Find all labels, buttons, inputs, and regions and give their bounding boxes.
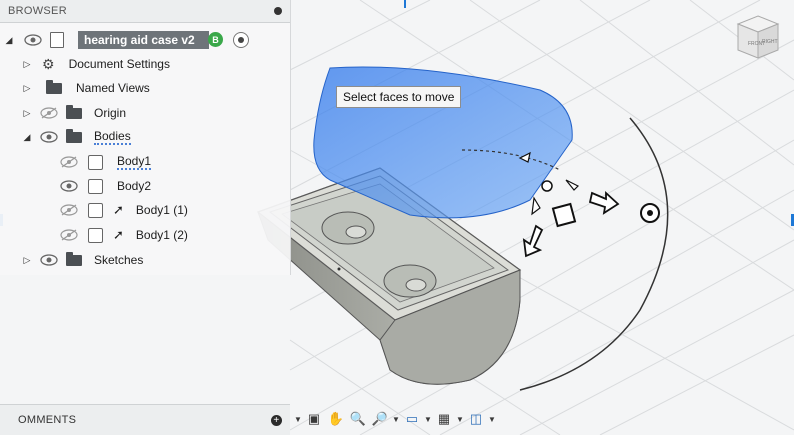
expand-right-icon[interactable]: ▷: [22, 108, 32, 119]
tree-root[interactable]: ◢: [4, 29, 64, 51]
chevron-down-icon[interactable]: ▼: [424, 409, 432, 429]
eye-hidden-icon[interactable]: [60, 229, 78, 241]
body-icon: [88, 154, 103, 170]
expand-right-icon[interactable]: ▷: [22, 255, 32, 266]
add-comment-icon[interactable]: +: [271, 414, 282, 426]
zoom-icon[interactable]: 🔍: [348, 409, 368, 429]
tree-item-body1[interactable]: Body1: [60, 151, 152, 173]
browser-panel: BROWSER ◢ hearing aid case v2 B ▷ ⚙ Docu…: [0, 0, 291, 275]
viewport-icon[interactable]: ◫: [466, 409, 486, 429]
top-edge-marker: [404, 0, 406, 8]
tree-item-bodies[interactable]: ◢ Bodies: [22, 126, 131, 148]
tree-item-label: Body2: [117, 179, 152, 193]
orbit-icon[interactable]: ▣: [304, 409, 324, 429]
tooltip: Select faces to move: [336, 86, 462, 108]
chevron-down-icon[interactable]: ▼: [392, 409, 400, 429]
expand-down-icon[interactable]: ◢: [4, 35, 14, 46]
folder-icon: [66, 104, 82, 119]
viewcube-right-label: RIGHT: [762, 39, 778, 45]
tree-item-label: Origin: [94, 106, 127, 120]
grid-icon[interactable]: ▦: [434, 409, 454, 429]
body-icon: [88, 178, 103, 194]
viewcube[interactable]: FRONT RIGHT: [736, 14, 780, 60]
chevron-down-icon[interactable]: ▼: [488, 409, 496, 429]
zoom-window-icon[interactable]: 🔎: [370, 409, 390, 429]
folder-icon: [46, 79, 62, 94]
document-icon: [50, 32, 64, 48]
tree-item-named-views[interactable]: ▷ Named Views: [22, 77, 150, 99]
tree-item-body1-2[interactable]: ➚ Body1 (2): [60, 224, 188, 246]
activate-radio[interactable]: [233, 32, 249, 48]
comments-panel[interactable]: OMMENTS +: [0, 404, 290, 435]
tree-item-label: Sketches: [94, 253, 144, 267]
eye-hidden-icon[interactable]: [60, 204, 78, 216]
tree-item-label: Body1 (1): [135, 203, 188, 217]
expand-down-icon[interactable]: ◢: [22, 132, 32, 143]
body-icon: [88, 227, 103, 243]
tree-item-body2[interactable]: Body2: [60, 175, 151, 197]
tree-item-label: Body1: [117, 154, 152, 170]
tree-item-document-settings[interactable]: ▷ ⚙ Document Settings: [22, 53, 170, 75]
folder-icon: [66, 128, 82, 143]
browser-title: BROWSER: [8, 5, 67, 17]
body-icon: [88, 202, 103, 218]
browser-collapse-icon[interactable]: [274, 7, 282, 15]
tree-item-label: Bodies: [94, 129, 131, 145]
folder-icon: [66, 251, 82, 266]
gear-icon: ⚙: [42, 55, 55, 72]
display-icon[interactable]: ▭: [402, 409, 422, 429]
move-arrow-icon: ➚: [113, 227, 124, 242]
eye-icon[interactable]: [60, 180, 78, 192]
eye-icon[interactable]: [40, 131, 58, 143]
tree-item-body1-1[interactable]: ➚ Body1 (1): [60, 199, 188, 221]
browser-header: BROWSER: [0, 0, 290, 23]
chevron-down-icon[interactable]: ▼: [456, 409, 464, 429]
tree-item-label: Body1 (2): [135, 228, 188, 242]
tree-item-label: Document Settings: [68, 57, 170, 71]
move-arrow-icon: ➚: [113, 202, 124, 217]
chevron-down-icon[interactable]: ▼: [294, 409, 302, 429]
eye-hidden-icon[interactable]: [60, 156, 78, 168]
tree-item-label: Named Views: [76, 81, 150, 95]
eye-icon[interactable]: [40, 254, 58, 266]
tree-item-origin[interactable]: ▷ Origin: [22, 102, 126, 124]
version-badge: B: [208, 32, 223, 47]
eye-hidden-icon[interactable]: [40, 107, 58, 119]
eye-icon[interactable]: [24, 34, 42, 46]
expand-right-icon[interactable]: ▷: [22, 83, 32, 94]
pan-icon[interactable]: ✋: [326, 409, 346, 429]
root-component-label[interactable]: hearing aid case v2: [78, 31, 209, 49]
navigation-toolbar: ▼ ▣ ✋ 🔍 🔎 ▼ ▭ ▼ ▦ ▼ ◫ ▼: [294, 408, 496, 430]
expand-right-icon[interactable]: ▷: [22, 59, 32, 70]
tree-item-sketches[interactable]: ▷ Sketches: [22, 249, 143, 271]
comments-label: OMMENTS: [18, 414, 77, 426]
